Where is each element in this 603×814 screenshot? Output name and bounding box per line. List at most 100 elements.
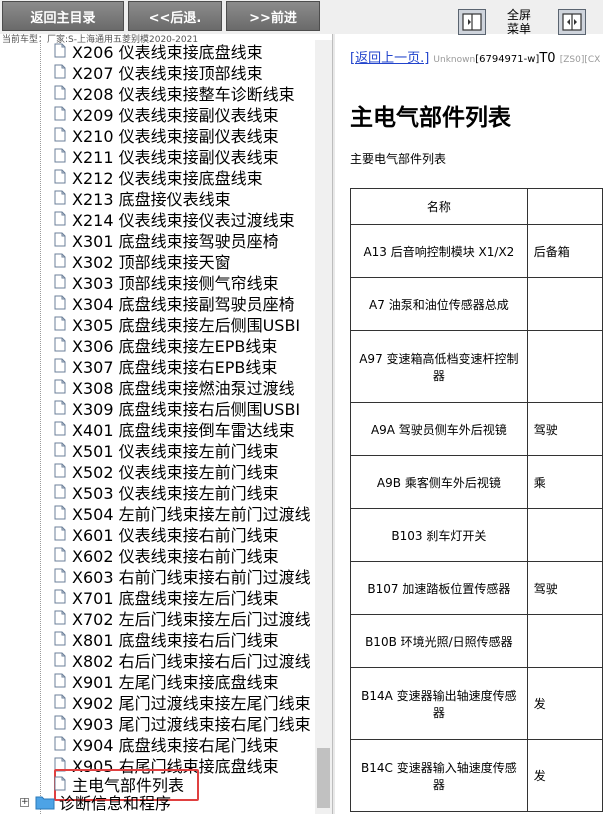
tree-item[interactable]: X209 仪表线束接副仪表线束	[54, 103, 279, 125]
back-link[interactable]: [返回上一页.]	[350, 51, 429, 66]
part-name-cell: A7 油泵和油位传感器总成	[350, 277, 528, 331]
tree-item[interactable]: X210 仪表线束接副仪表线束	[54, 124, 279, 146]
tree-item[interactable]: X208 仪表线束接整车诊断线束	[54, 82, 295, 104]
tree-scrollbar[interactable]	[315, 40, 332, 814]
part-name-cell: A9B 乘客侧车外后视镜	[350, 455, 528, 509]
back-button[interactable]: <<后退.	[128, 1, 222, 31]
document-icon	[54, 106, 66, 121]
document-icon	[54, 568, 66, 583]
app-window: 返回主目录 <<后退. >>前进 全屏 菜单 当前车型：厂家:S-上海通用五菱别…	[0, 0, 603, 814]
fullscreen-label-line2: 菜单	[506, 22, 531, 36]
tree-item[interactable]: X902 尾门过渡线束接左尾门线束	[54, 691, 311, 713]
tree-item[interactable]: X301 底盘线束接驾驶员座椅	[54, 229, 279, 251]
tree-item[interactable]: X903 尾门过渡线束接右尾门线束	[54, 712, 311, 734]
tree-item[interactable]: X904 底盘线束接右尾门线束	[54, 733, 279, 755]
tree-item[interactable]: X207 仪表线束接顶部线束	[54, 61, 263, 83]
folder-icon	[35, 796, 55, 810]
part-name-cell: B14A 变速器输出轴速度传感器	[350, 667, 528, 740]
document-icon	[54, 64, 66, 79]
tree-item[interactable]: X213 底盘接仪表线束	[54, 187, 231, 209]
document-icon	[54, 610, 66, 625]
part-location-cell	[526, 277, 603, 331]
part-location-cell	[526, 508, 603, 562]
pane-divider[interactable]	[332, 34, 335, 814]
tree-item[interactable]: X802 右后门线束接右后门过渡线	[54, 649, 311, 671]
document-icon	[54, 694, 66, 709]
document-icon	[54, 547, 66, 562]
table-row: B14C 变速器输入轴速度传感器发	[350, 739, 603, 812]
part-location-cell: 乘	[526, 455, 603, 509]
tree-item[interactable]: X306 底盘线束接左EPB线束	[54, 334, 277, 356]
part-location-cell	[526, 614, 603, 668]
document-icon	[54, 421, 66, 436]
header-column-2	[526, 188, 603, 225]
table-row: A9A 驾驶员侧车外后视镜 驾驶	[350, 402, 603, 456]
doc-code: T0	[539, 51, 556, 66]
toggle-panel-icon[interactable]	[458, 9, 486, 35]
toolbar: 返回主目录 <<后退. >>前进 全屏 菜单	[0, 0, 603, 36]
document-icon	[54, 526, 66, 541]
tree-item[interactable]: X603 右前门线束接右前门过渡线	[54, 565, 311, 587]
tree-item[interactable]: X501 仪表线束接左前门线束	[54, 439, 279, 461]
document-icon	[54, 316, 66, 331]
document-icon	[54, 358, 66, 373]
document-icon	[54, 442, 66, 457]
tree-item[interactable]: X702 左后门线束接左后门过渡线	[54, 607, 311, 629]
table-row: B107 加速踏板位置传感器 驾驶	[350, 561, 603, 615]
forward-button[interactable]: >>前进	[226, 1, 320, 31]
parts-table: 名称 A13 后音响控制模块 X1/X2 后备箱 A7 油泵和油位传感器总成 A97 …	[350, 188, 603, 812]
fullscreen-menu-button[interactable]: 全屏 菜单	[498, 8, 540, 36]
document-icon	[54, 169, 66, 184]
tree-item[interactable]: X801 底盘线束接右后门线束	[54, 628, 279, 650]
tree-item[interactable]: X305 底盘线束接左后侧围USBI	[54, 313, 300, 335]
document-icon	[54, 505, 66, 520]
expand-panel-icon[interactable]	[558, 9, 586, 35]
tree-item[interactable]: X401 底盘线束接倒车雷达线束	[54, 418, 295, 440]
tree-item[interactable]: X503 仪表线束接左前门线束	[54, 481, 279, 503]
tree-item[interactable]: X504 左前门线束接左前门过渡线	[54, 502, 311, 524]
part-name-cell: A13 后音响控制模块 X1/X2	[350, 224, 528, 278]
table-row: A97 变速箱高低档变速杆控制器	[350, 330, 603, 403]
document-icon	[54, 211, 66, 226]
tree-item[interactable]: X302 顶部线束接天窗	[54, 250, 231, 272]
home-button[interactable]: 返回主目录	[2, 1, 124, 31]
tree-item[interactable]: X901 左尾门线束接底盘线束	[54, 670, 279, 692]
table-row: B14A 变速器输出轴速度传感器发	[350, 667, 603, 740]
tree-item[interactable]: X214 仪表线束接仪表过渡线束	[54, 208, 295, 230]
doc-id-prefix: Unknown	[433, 55, 476, 65]
tree-item[interactable]: X502 仪表线束接左前门线束	[54, 460, 279, 482]
tree-item[interactable]: X303 顶部线束接侧气帘线束	[54, 271, 279, 293]
tree-item[interactable]: X701 底盘线束接左后门线束	[54, 586, 279, 608]
tree-item[interactable]: X309 底盘线束接右后侧围USBI	[54, 397, 300, 419]
expand-icon[interactable]: +	[20, 797, 29, 807]
document-icon	[54, 127, 66, 142]
part-name-cell: B10B 环境光照/日照传感器	[350, 614, 528, 668]
part-location-cell: 驾驶	[526, 561, 603, 615]
part-name-cell: B107 加速踏板位置传感器	[350, 561, 528, 615]
document-icon	[54, 673, 66, 688]
scrollbar-thumb[interactable]	[317, 748, 330, 808]
tree-item[interactable]: X211 仪表线束接副仪表线束	[54, 145, 279, 167]
part-location-cell: 发	[526, 739, 603, 812]
tree-item[interactable]: X602 仪表线束接右前门线束	[54, 544, 279, 566]
tree-item[interactable]: X304 底盘线束接副驾驶员座椅	[54, 292, 295, 314]
tree-item[interactable]: X307 底盘线束接右EPB线束	[54, 355, 277, 377]
document-icon	[54, 232, 66, 247]
document-icon	[54, 274, 66, 289]
document-icon	[54, 295, 66, 310]
document-icon	[54, 652, 66, 667]
part-name-cell: B103 刹车灯开关	[350, 508, 528, 562]
tree-item[interactable]: X308 底盘线束接燃油泵过渡线	[54, 376, 295, 398]
part-name-cell: B14C 变速器输入轴速度传感器	[350, 739, 528, 812]
document-icon	[54, 715, 66, 730]
document-icon	[54, 253, 66, 268]
tree-item[interactable]: X212 仪表线束接底盘线束	[54, 166, 263, 188]
document-icon	[54, 736, 66, 751]
page-title: 主电气部件列表	[350, 105, 511, 131]
tree-folder-diagnostics[interactable]: + 诊断信息和程序	[20, 790, 171, 814]
content-pane: [返回上一页.] Unknown[6794971-w]T0 [ZS0][CX 主…	[336, 40, 603, 814]
tree-item[interactable]: X601 仪表线束接右前门线束	[54, 523, 279, 545]
document-icon	[54, 379, 66, 394]
tree-item[interactable]: X206 仪表线束接底盘线束	[54, 40, 263, 62]
document-icon	[54, 190, 66, 205]
